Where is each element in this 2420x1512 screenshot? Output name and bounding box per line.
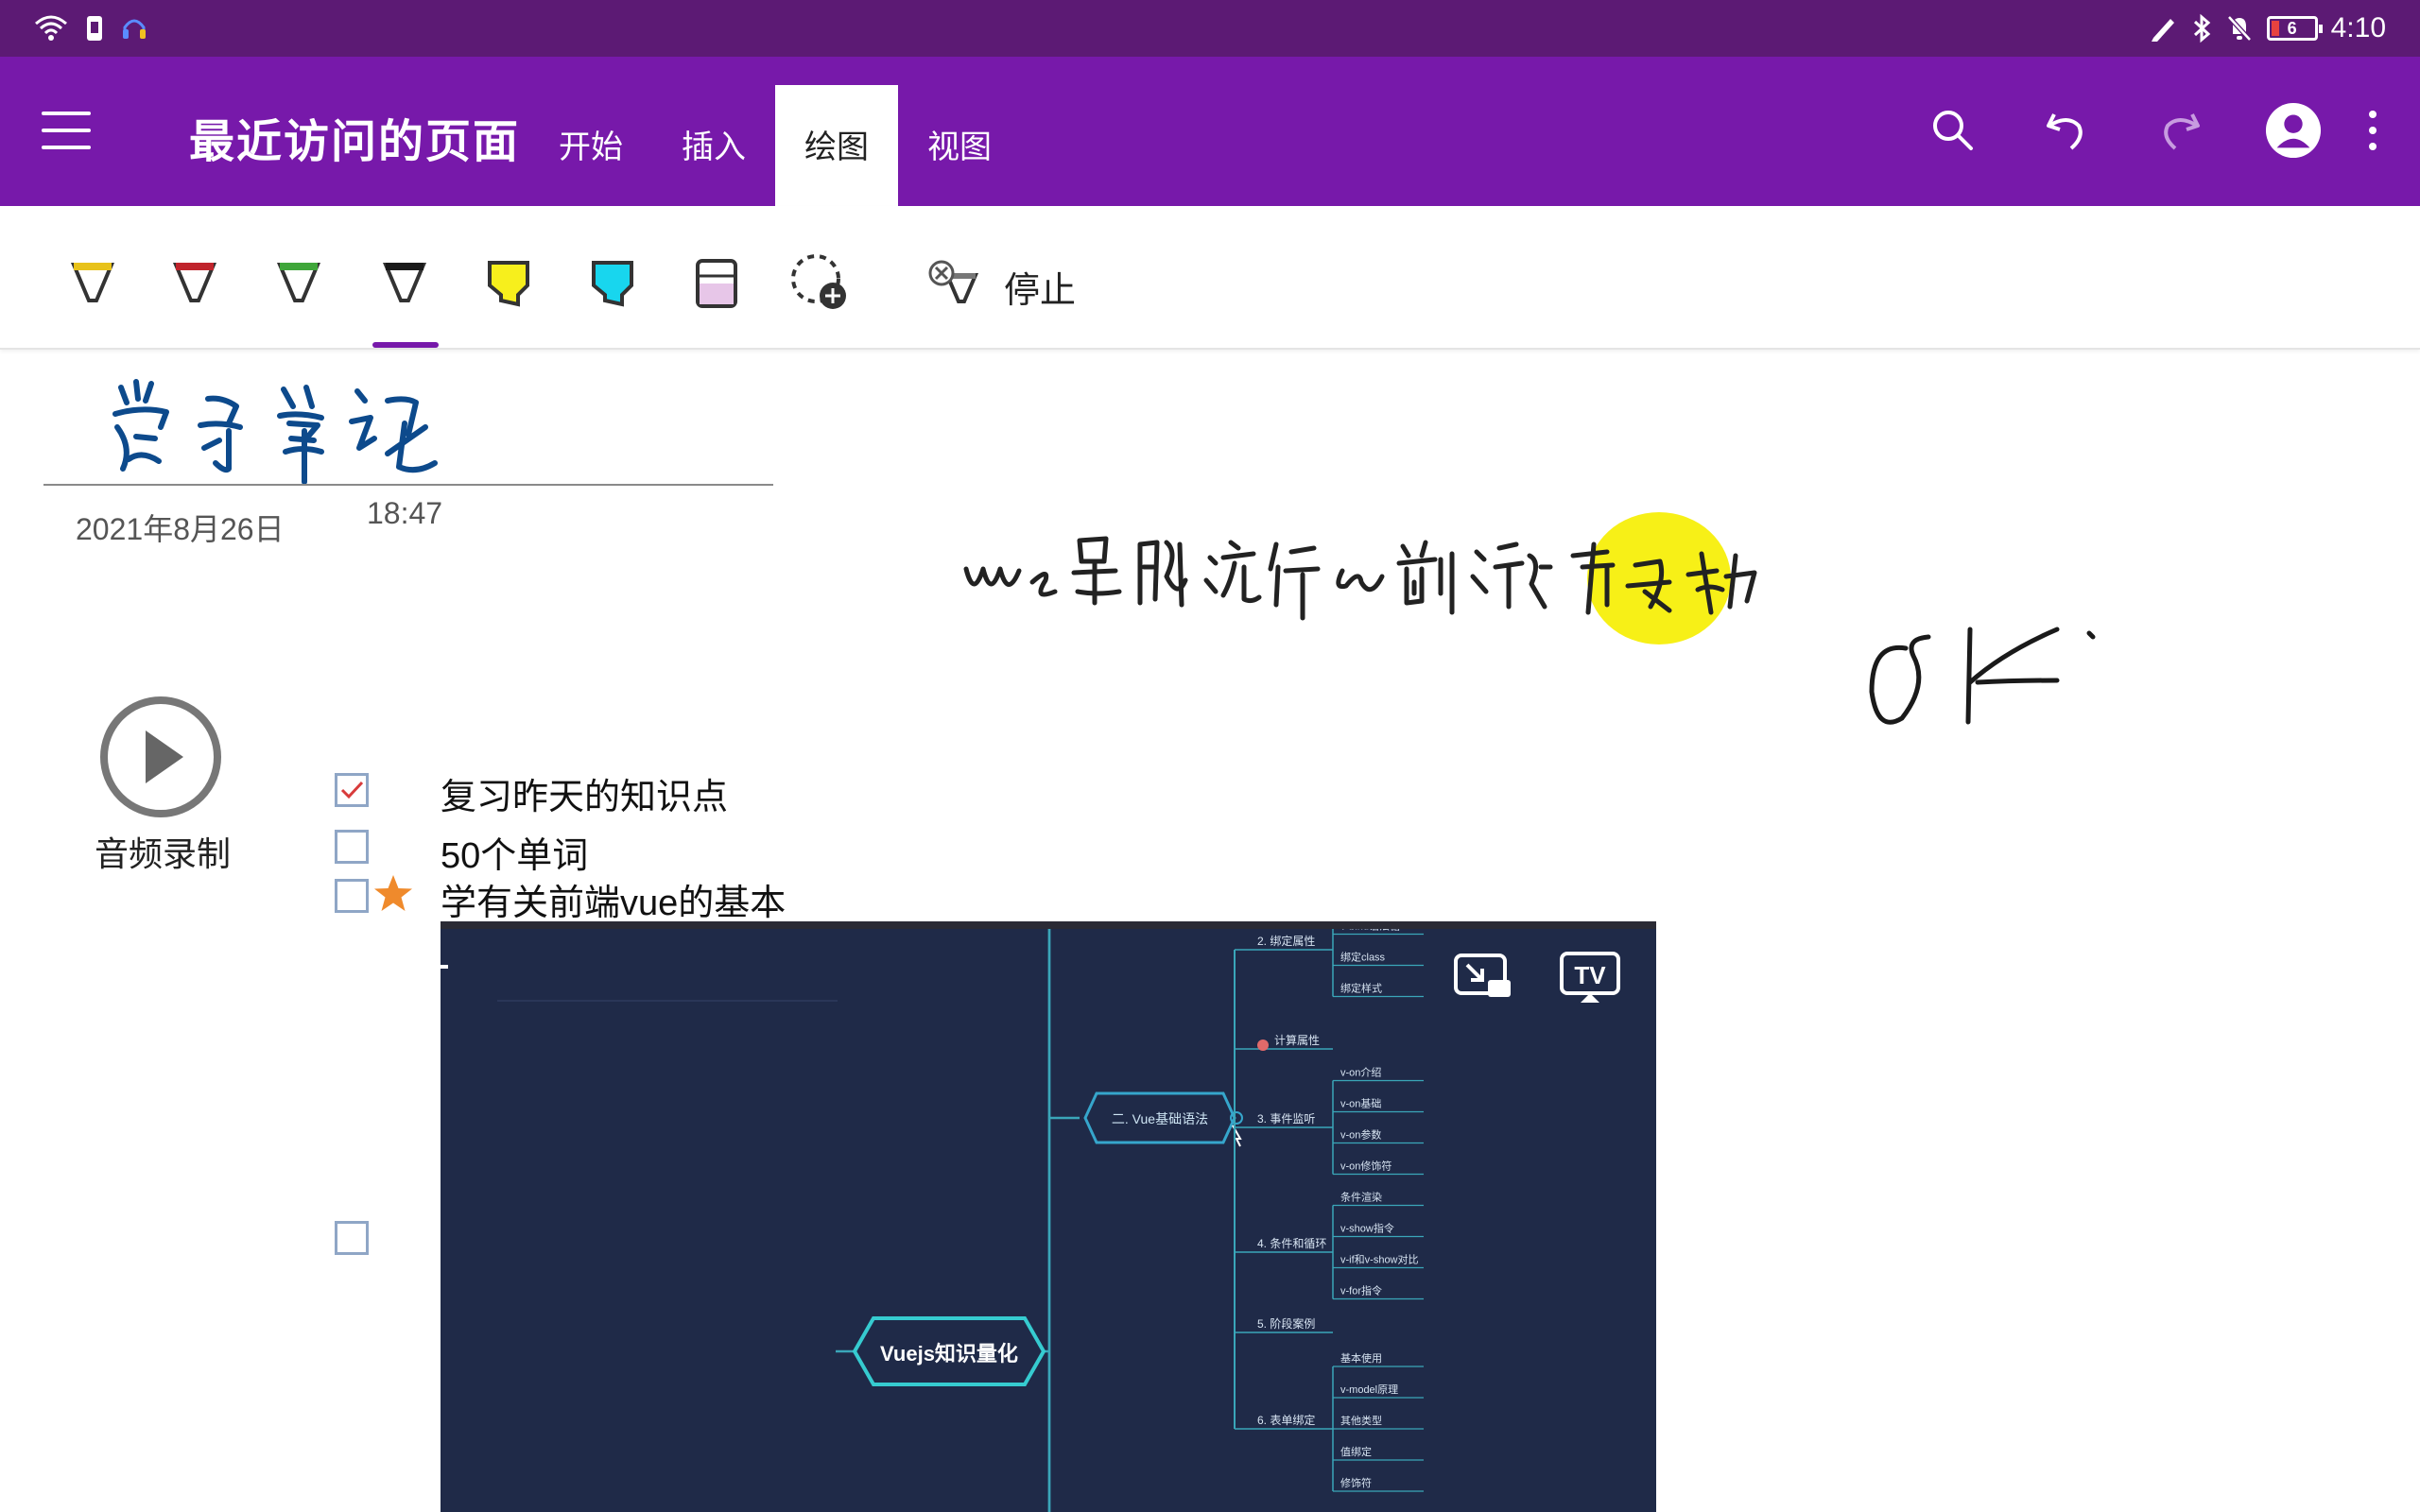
pink-highlighter-tool[interactable]: [679, 246, 754, 321]
handwritten-ok[interactable]: [1853, 605, 2118, 737]
status-time: 4:10: [2330, 12, 2386, 43]
page-time: 18:47: [367, 496, 443, 530]
play-icon[interactable]: [87, 695, 238, 823]
mindmap-leaf-label: v-show指令: [1340, 1222, 1394, 1235]
mindmap-group-label: 6. 表单绑定: [1257, 1413, 1315, 1427]
mindmap-branch-node: 二. Vue基础语法: [1083, 1091, 1243, 1147]
mindmap-group-label: 计算属性: [1274, 1033, 1320, 1047]
audio-recording[interactable]: 音频录制: [87, 695, 238, 874]
battery-icon: 6: [2266, 16, 2323, 41]
mute-bell-icon: [2226, 15, 2252, 42]
checkmark-icon: [340, 781, 364, 799]
mindmap-leaf-label: v-on介绍: [1340, 1066, 1381, 1079]
mindmap-leaf-label: 修饰符: [1340, 1476, 1372, 1489]
yellow-pen-tool[interactable]: [55, 246, 130, 321]
red-pen-tool[interactable]: [157, 246, 233, 321]
task-checkbox-1[interactable]: [335, 773, 369, 807]
mindmap-leaf-label: v-for指令: [1340, 1284, 1382, 1297]
task-checkbox-3[interactable]: [335, 879, 369, 913]
mindmap-leaf-label: 基本使用: [1340, 1351, 1382, 1365]
battery-level: 6: [2287, 19, 2297, 38]
star-icon: [374, 875, 412, 911]
title-underline: [43, 484, 773, 486]
lasso-add-icon[interactable]: [783, 246, 858, 321]
tab-draw[interactable]: 绘图: [775, 85, 898, 206]
mindmap-group-label: 2. 绑定属性: [1257, 934, 1315, 948]
cyan-highlighter-tool[interactable]: [575, 246, 650, 321]
mindmap-leaf-label: 绑定样式: [1340, 982, 1382, 995]
mindmap-diagram: Vuejs知识量化 二. Vue基础语法 2. 绑定属性v-bind的基本v-b…: [441, 921, 1424, 1512]
stop-button[interactable]: 停止: [926, 253, 1076, 319]
mindmap-leaf-label: 条件渲染: [1340, 1191, 1382, 1204]
mindmap-root-node: Vuejs知识量化: [852, 1316, 1046, 1386]
handwritten-title[interactable]: [104, 369, 501, 491]
black-pen-tool[interactable]: [367, 246, 442, 321]
wifi-icon: [35, 15, 67, 41]
page-title[interactable]: 最近访问的页面: [189, 104, 520, 170]
embedded-video-mindmap[interactable]: Vuejs知识量化 二. Vue基础语法 2. 绑定属性v-bind的基本v-b…: [441, 921, 1656, 1512]
stylus-icon: [2151, 19, 2174, 42]
more-options-icon[interactable]: [2363, 102, 2382, 159]
task-text-1[interactable]: 复习昨天的知识点: [441, 767, 728, 819]
draw-ribbon: 停止: [0, 206, 2420, 350]
audio-recording-label: 音频录制: [94, 834, 231, 873]
mindmap-leaf-label: 其他类型: [1340, 1414, 1382, 1427]
handwritten-note-vue[interactable]: [955, 501, 1758, 652]
task-checkbox-2[interactable]: [335, 830, 369, 864]
yellow-highlighter-tool[interactable]: [471, 246, 546, 321]
undo-icon[interactable]: [2038, 102, 2095, 159]
mindmap-leaf-label: v-on参数: [1340, 1128, 1381, 1142]
status-right: 6 4:10: [2148, 9, 2386, 47]
minimize-video-icon[interactable]: [1450, 950, 1514, 1006]
mindmap-leaf-label: 值绑定: [1340, 1445, 1372, 1458]
tab-insert[interactable]: 插入: [662, 85, 766, 206]
mindmap-icon: [1257, 1040, 1269, 1051]
svg-text:TV: TV: [1574, 961, 1606, 989]
tab-home[interactable]: 开始: [539, 85, 643, 206]
task-text-3[interactable]: 学有关前端vue的基本: [441, 873, 786, 925]
tab-view[interactable]: 视图: [908, 85, 1011, 206]
mindmap-leaf-label: v-model原理: [1340, 1383, 1398, 1396]
video-top-strip: [441, 921, 1656, 929]
green-pen-tool[interactable]: [261, 246, 337, 321]
status-left: [34, 11, 147, 45]
mindmap-root-text: Vuejs知识量化: [880, 1342, 1018, 1366]
mindmap-leaf-label: 绑定class: [1340, 951, 1386, 964]
mindmap-group-label: 3. 事件监听: [1257, 1112, 1315, 1125]
account-icon[interactable]: [2265, 102, 2322, 159]
mindmap-leaf-label: v-if和v-show对比: [1340, 1253, 1419, 1266]
mindmap-group-label: 4. 条件和循环: [1257, 1237, 1326, 1250]
page-date: 2021年8月26日: [76, 512, 285, 546]
task-checkbox-4[interactable]: [335, 1221, 369, 1255]
mindmap-leaf-label: v-on修饰符: [1340, 1160, 1392, 1173]
hamburger-menu-button[interactable]: [42, 112, 91, 149]
task-text-2[interactable]: 50个单词: [441, 826, 588, 878]
search-icon[interactable]: [1925, 102, 1981, 159]
tv-cast-icon[interactable]: TV: [1558, 950, 1622, 1006]
stop-pen-icon: [928, 260, 979, 303]
headset-icon: [123, 19, 146, 39]
stop-label: 停止: [1004, 270, 1077, 311]
mindmap-leaf-label: v-on基础: [1340, 1098, 1381, 1110]
mindmap-group-label: 5. 阶段案例: [1257, 1316, 1315, 1331]
mindmap-branch-text: 二. Vue基础语法: [1112, 1111, 1208, 1126]
status-bar: 6 4:10: [0, 0, 2420, 57]
sim-card-icon: [87, 16, 102, 41]
app-bar: 最近访问的页面 开始 插入 绘图 视图: [0, 57, 2420, 206]
redo-icon[interactable]: [2152, 102, 2208, 159]
bluetooth-icon: [2193, 13, 2210, 43]
app-bar-actions: [1868, 102, 2382, 159]
selected-tool-indicator: [372, 342, 439, 348]
